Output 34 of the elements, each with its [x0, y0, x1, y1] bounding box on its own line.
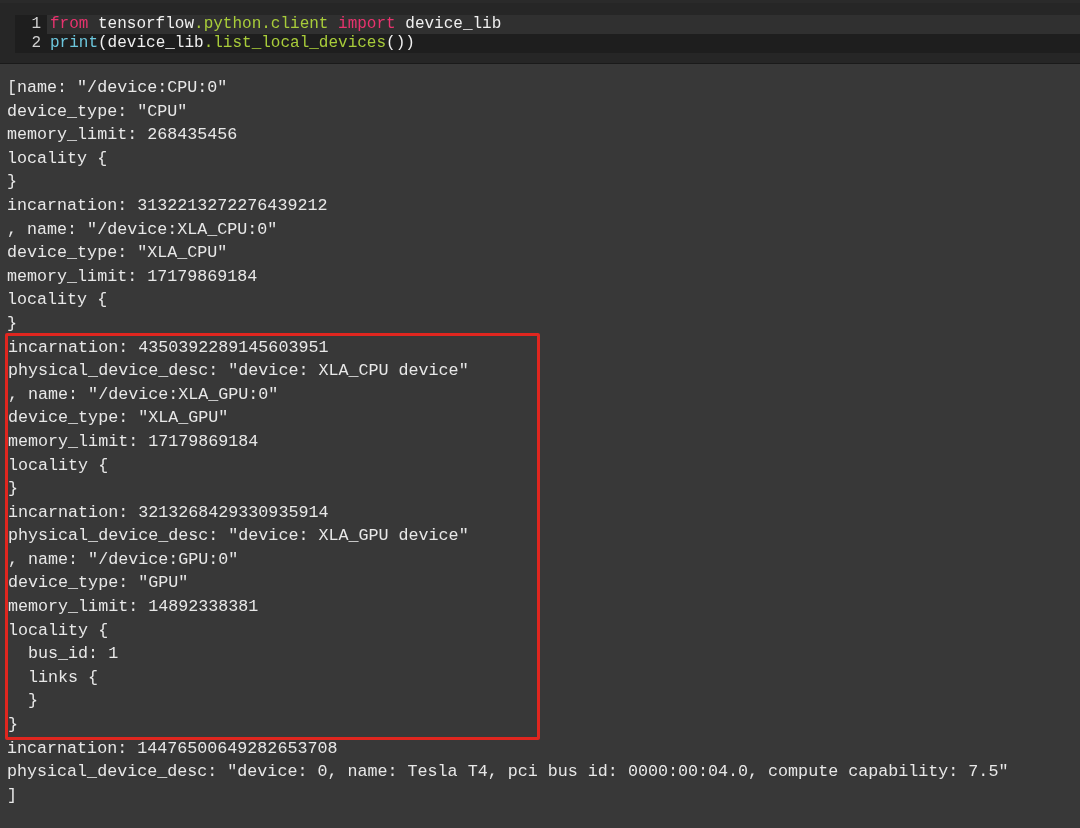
output-line: device_type: "XLA_CPU"	[7, 242, 229, 265]
output-line: incarnation: 3213268429330935914	[8, 501, 330, 524]
output-line: incarnation: 14476500649282653708	[7, 737, 339, 760]
output-line: , name: "/device:GPU:0"	[8, 548, 240, 571]
output-line: memory_limit: 14892338381	[8, 596, 260, 619]
output-line: }	[8, 714, 19, 737]
output-line: bus_id: 1	[27, 643, 120, 666]
output-line: , name: "/device:XLA_GPU:0"	[8, 383, 280, 406]
output-line: }	[7, 171, 18, 194]
output-line: device_type: "CPU"	[7, 100, 189, 123]
line-number: 2	[15, 34, 47, 53]
output-line: device_type: "XLA_GPU"	[8, 407, 230, 430]
output-line: locality {	[8, 619, 110, 642]
output-line: locality {	[7, 289, 109, 312]
output-line: }	[27, 690, 40, 713]
output-line: , name: "/device:XLA_CPU:0"	[7, 218, 279, 241]
output-line: memory_limit: 268435456	[7, 124, 239, 147]
output-line: locality {	[8, 454, 110, 477]
output-line: links {	[27, 666, 100, 689]
output-line: }	[8, 478, 19, 501]
code-cell[interactable]: 1 from tensorflow.python.client import device_lib 2 print(device_lib.list_local_devices())	[0, 3, 1080, 64]
output-line: }	[7, 312, 18, 335]
output-line: memory_limit: 17179869184	[8, 430, 260, 453]
output-line: ]	[7, 784, 18, 807]
output-line: incarnation: 4350392289145603951	[8, 336, 330, 359]
output-line: physical_device_desc: "device: 0, name: Tesla T4, pci bus id: 0000:00:04.0, compute capability: 7.5"	[7, 761, 1010, 784]
output-line: incarnation: 3132213272276439212	[7, 194, 329, 217]
output-line: [name: "/device:CPU:0"	[7, 77, 229, 99]
line-number: 1	[15, 15, 47, 34]
output-line: physical_device_desc: "device: XLA_GPU device"	[8, 525, 470, 548]
output-line: locality {	[7, 147, 109, 170]
output-line: memory_limit: 17179869184	[7, 265, 259, 288]
output-line: physical_device_desc: "device: XLA_CPU device"	[8, 360, 470, 383]
output-line: device_type: "GPU"	[8, 572, 190, 595]
